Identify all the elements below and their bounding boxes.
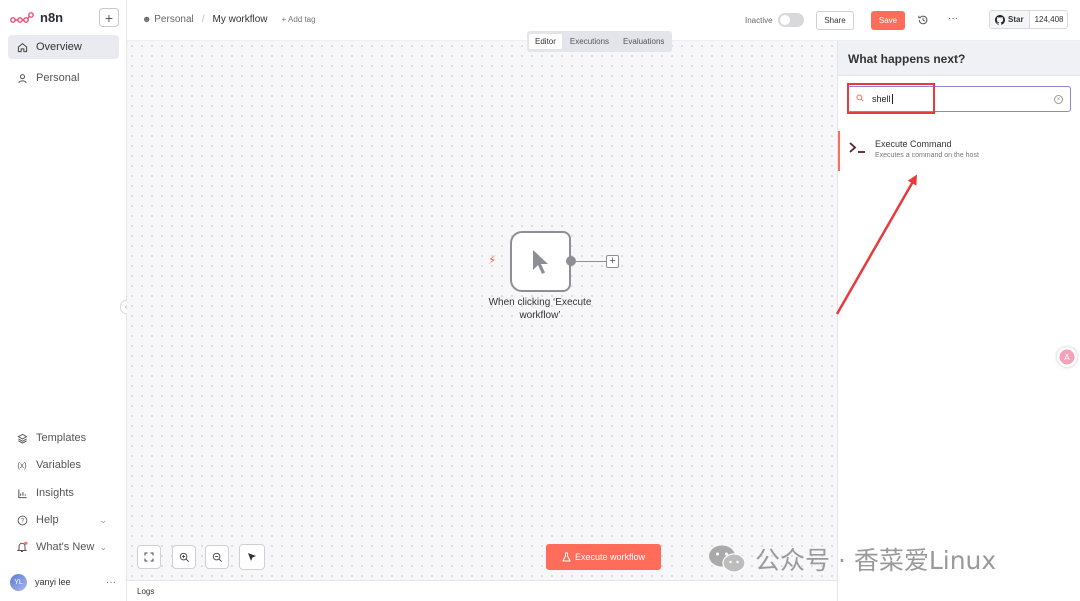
save-button[interactable]: Save — [871, 11, 905, 30]
sidebar-item-overview[interactable]: Overview — [8, 35, 119, 59]
annotation-highlight-box — [847, 83, 935, 114]
app-logo[interactable]: n8n — [10, 10, 63, 25]
add-node-button[interactable]: + — [606, 255, 619, 268]
sidebar-item-whats-new[interactable]: What's New ⌄ — [8, 535, 119, 559]
user-menu[interactable]: YL yanyi lee ··· — [10, 572, 118, 592]
watermark: 公众号 · 香菜爱Linux — [707, 541, 996, 577]
zoom-out-icon — [212, 552, 222, 562]
user-name: yanyi lee — [35, 577, 71, 587]
sidebar-item-label: Insights — [36, 487, 74, 499]
templates-icon — [16, 432, 28, 444]
n8n-logo-icon — [10, 11, 34, 23]
panel-title: What happens next? — [838, 41, 1080, 76]
bell-icon — [16, 541, 28, 553]
sidebar-item-variables[interactable]: (x) Variables — [8, 453, 119, 477]
clear-search-icon[interactable]: × — [1054, 95, 1063, 104]
result-title: Execute Command — [875, 139, 952, 149]
breadcrumb: ☻ Personal / My workflow + Add tag — [142, 14, 316, 25]
github-star: Star — [990, 11, 1030, 28]
active-status-label: Inactive — [745, 16, 773, 25]
home-icon — [16, 41, 28, 53]
sidebar: n8n + Overview Personal Templates (x) Va… — [0, 0, 127, 601]
zoom-out-button[interactable] — [205, 545, 229, 569]
help-icon: ? — [16, 514, 28, 526]
tab-executions[interactable]: Executions — [564, 34, 615, 49]
zoom-in-button[interactable] — [172, 545, 196, 569]
flask-icon — [562, 552, 571, 562]
sidebar-item-insights[interactable]: Insights — [8, 481, 119, 505]
share-button[interactable]: Share — [816, 11, 854, 30]
pointer-icon — [248, 553, 256, 561]
sidebar-item-templates[interactable]: Templates — [8, 426, 119, 450]
avatar: YL — [10, 573, 27, 591]
trigger-bolt-icon: ⚡︎ — [488, 253, 497, 267]
chevron-down-icon: ⌄ — [99, 541, 107, 552]
github-star-button[interactable]: Star 124,408 — [989, 10, 1068, 29]
more-options-button[interactable]: ··· — [948, 13, 958, 24]
sidebar-item-label: Overview — [36, 41, 82, 53]
fit-view-button[interactable] — [137, 545, 161, 569]
breadcrumb-project[interactable]: ☻ Personal — [142, 14, 194, 25]
insights-icon — [16, 487, 28, 499]
github-star-label: Star — [1008, 15, 1024, 24]
manual-trigger-node[interactable] — [510, 231, 571, 292]
app-name: n8n — [40, 10, 64, 25]
watermark-text: 公众号 · 香菜爱Linux — [755, 546, 997, 575]
result-execute-command[interactable]: Execute Command Executes a command on th… — [838, 131, 1080, 171]
breadcrumb-project-label: Personal — [154, 14, 194, 25]
zoom-in-icon — [179, 552, 189, 562]
workflow-canvas[interactable]: Editor Executions Evaluations ⚡︎ + When … — [127, 31, 837, 580]
node-creator-panel: What happens next? shell × Execute Comma… — [837, 41, 1080, 601]
logs-label: Logs — [137, 587, 155, 596]
tab-editor[interactable]: Editor — [529, 34, 562, 49]
svg-text:A: A — [1064, 353, 1070, 362]
node-label: When clicking ‘Execute workflow’ — [488, 297, 592, 321]
sidebar-item-label: Templates — [36, 432, 87, 444]
github-star-count: 124,408 — [1034, 15, 1064, 24]
breadcrumb-separator: / — [201, 14, 205, 25]
sidebar-item-label: What's New — [36, 541, 95, 553]
execute-workflow-label: Execute workflow — [574, 552, 646, 562]
chevron-down-icon: ⌄ — [99, 514, 107, 525]
variables-icon: (x) — [17, 460, 27, 470]
add-new-button[interactable]: + — [99, 8, 119, 27]
logs-bar[interactable]: Logs — [127, 580, 837, 601]
workflow-name[interactable]: My workflow — [213, 14, 268, 25]
sidebar-item-help[interactable]: ? Help ⌄ — [8, 508, 119, 532]
user-icon — [16, 72, 28, 84]
execute-workflow-button[interactable]: Execute workflow — [546, 544, 661, 570]
translate-icon[interactable]: A — [1057, 347, 1077, 367]
add-tag-button[interactable]: + Add tag — [282, 15, 316, 24]
result-description: Executes a command on the host — [875, 152, 979, 159]
sidebar-item-label: Help — [36, 514, 59, 526]
active-toggle[interactable] — [778, 13, 804, 27]
select-tool-button[interactable] — [239, 544, 265, 570]
node-output-handle[interactable] — [566, 256, 576, 266]
terminal-icon — [849, 142, 865, 153]
github-icon — [995, 14, 1005, 25]
sidebar-item-label: Variables — [36, 459, 82, 471]
sidebar-item-label: Personal — [36, 72, 80, 84]
wechat-icon — [709, 545, 746, 573]
svg-text:?: ? — [20, 518, 24, 524]
sidebar-item-personal[interactable]: Personal — [8, 66, 119, 90]
fit-view-icon — [144, 552, 154, 562]
cursor-icon — [532, 249, 548, 274]
history-icon[interactable] — [917, 14, 929, 26]
user-more-button[interactable]: ··· — [106, 577, 116, 588]
tab-evaluations[interactable]: Evaluations — [617, 34, 670, 49]
node-connector-line — [576, 261, 606, 262]
view-tabs: Editor Executions Evaluations — [527, 31, 673, 52]
user-icon: ☻ — [142, 14, 152, 24]
